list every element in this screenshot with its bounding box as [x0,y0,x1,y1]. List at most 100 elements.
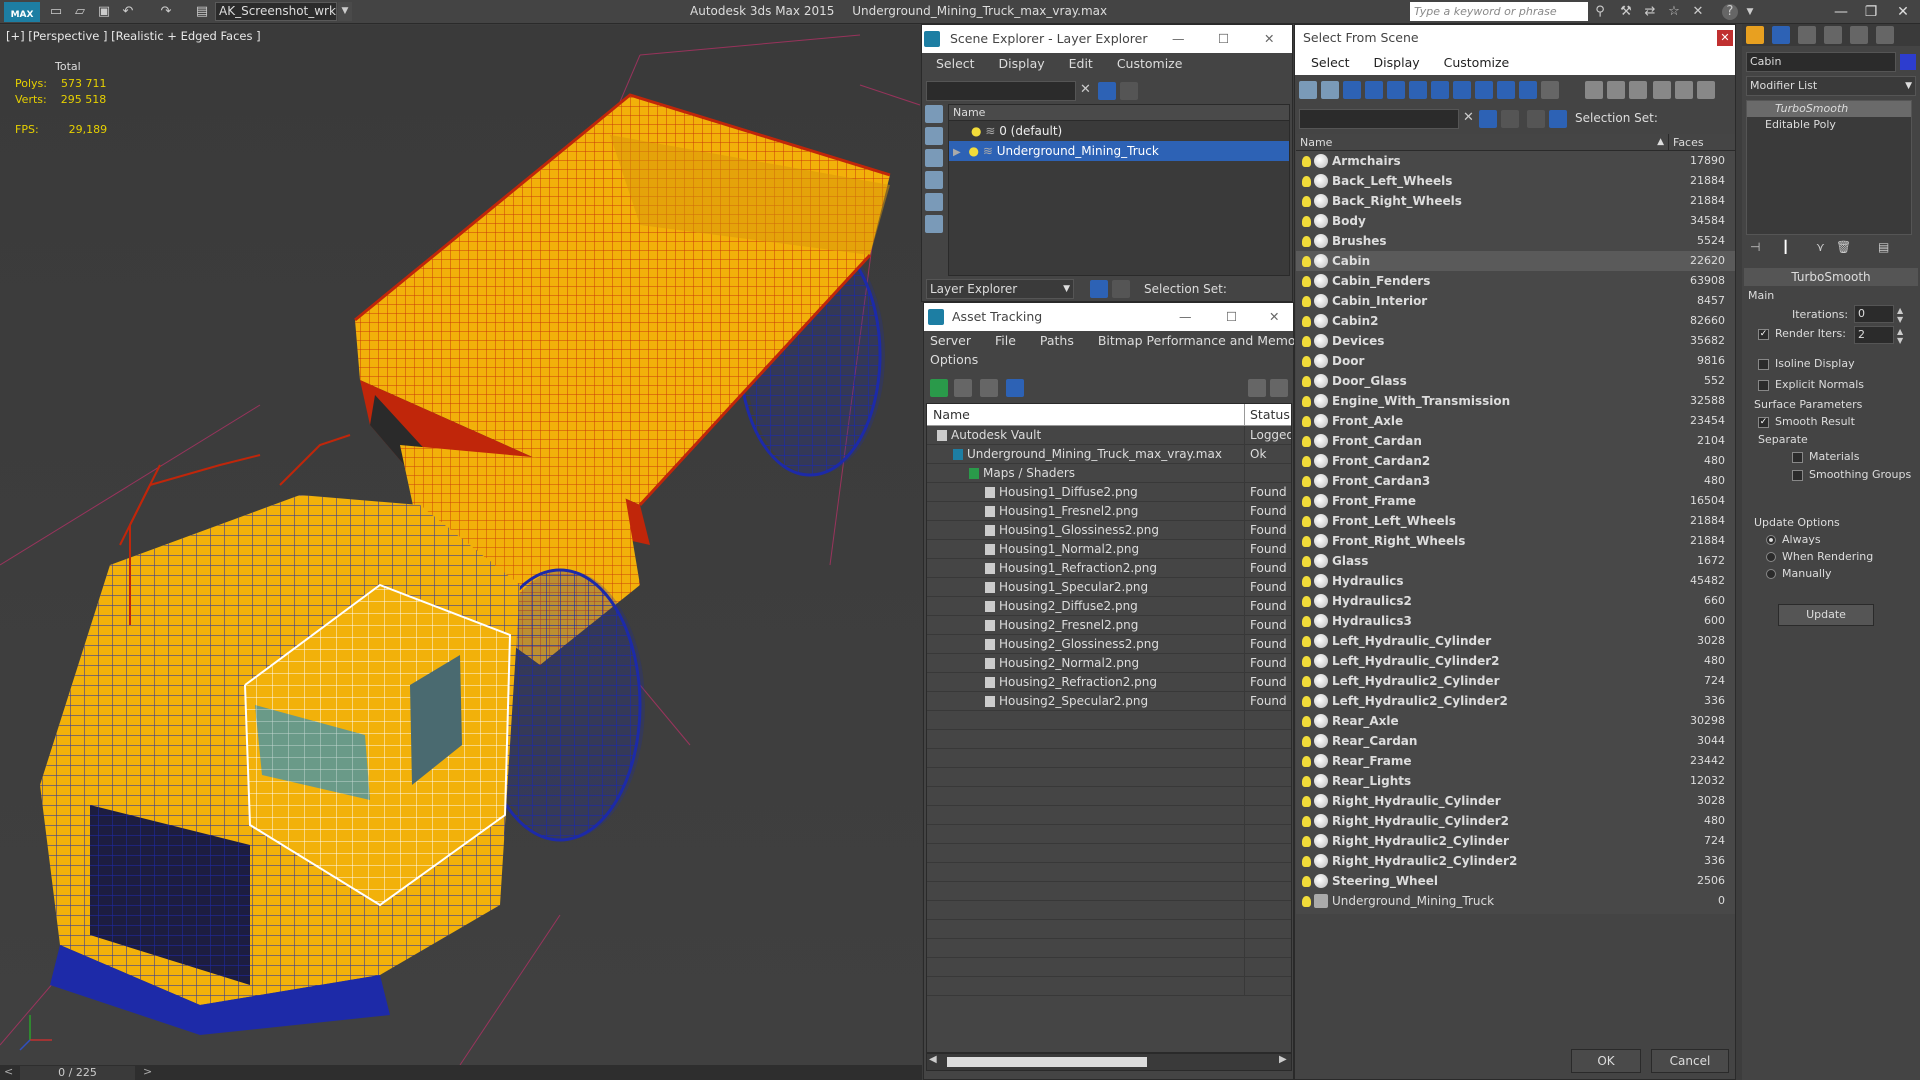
close-button[interactable]: ✕ [1269,303,1279,331]
asset-row[interactable]: Housing1_Diffuse2.png Found [927,483,1291,502]
lightbulb-icon[interactable] [1302,616,1311,627]
select-none-icon[interactable] [1607,81,1625,99]
lightbulb-icon[interactable] [1302,556,1311,567]
undo-icon[interactable]: ↶ [120,4,136,20]
lightbulb-icon[interactable] [1302,196,1311,207]
stack-item-editable-poly[interactable]: Editable Poly [1747,117,1911,133]
lightbulb-icon[interactable] [1302,516,1311,527]
lightbulb-icon[interactable] [1302,296,1311,307]
menu-edit[interactable]: Edit [1069,56,1093,71]
asset-row[interactable]: Housing2_Glossiness2.png Found [927,635,1291,654]
binoculars-icon[interactable]: ⚲ [1592,4,1608,20]
explorer-mode-dropdown[interactable]: Layer Explorer ▼ [926,279,1074,299]
display-geometry-icon[interactable] [1321,81,1339,99]
help-icon[interactable]: ? [1722,4,1738,20]
when-rendering-radio[interactable] [1766,552,1776,562]
app-logo[interactable]: MAX [4,2,40,22]
object-row[interactable]: Glass 1672 [1296,551,1735,571]
menu-server[interactable]: Server [930,333,971,348]
smoothing-groups-option[interactable]: Smoothing Groups [1792,468,1911,481]
sfs-search-input[interactable] [1299,109,1459,129]
lightbulb-icon[interactable] [1302,896,1311,907]
show-end-result-icon[interactable]: ┃ [1782,240,1789,254]
lightbulb-icon[interactable] [1302,736,1311,747]
display-spacewarps-icon[interactable] [1431,81,1449,99]
perspective-viewport[interactable]: [+] [Perspective ] [Realistic + Edged Fa… [0,25,922,1065]
select-all-icon[interactable] [1585,81,1603,99]
object-row[interactable]: Cabin 22620 [1296,251,1735,271]
layer-column-name[interactable]: Name [949,105,1289,121]
filter-toggle-icon[interactable] [1479,110,1497,128]
display-tab-icon[interactable] [1850,26,1868,44]
update-when-rendering-option[interactable]: When Rendering [1766,550,1873,563]
workspace-selector[interactable]: AK_Screenshot_wrksp [215,2,337,21]
lightbulb-icon[interactable] [1302,156,1311,167]
object-row[interactable]: Rear_Frame 23442 [1296,751,1735,771]
update-button[interactable]: Update [1778,604,1874,626]
menu-customize[interactable]: Customize [1117,56,1183,71]
minimize-button[interactable]: — [1172,25,1185,53]
display-all-icon[interactable] [1299,81,1317,99]
object-row[interactable]: Brushes 5524 [1296,231,1735,251]
layer-row-truck[interactable]: ▶ ● ≋ Underground_Mining_Truck [949,141,1289,161]
minimize-button[interactable]: — [1826,2,1856,22]
filter-icon[interactable] [1098,82,1116,100]
remove-modifier-icon[interactable]: 🗑 [1836,240,1851,254]
lightbulb-icon[interactable]: ● [969,144,979,158]
col-name[interactable]: Name [927,404,1245,425]
display-frozen-icon[interactable] [1541,81,1559,99]
lightbulb-icon[interactable] [1302,276,1311,287]
object-row[interactable]: Front_Frame 16504 [1296,491,1735,511]
object-row[interactable]: Hydraulics3 600 [1296,611,1735,631]
object-row[interactable]: Body 34584 [1296,211,1735,231]
menu-select[interactable]: Select [1311,55,1350,70]
object-name-field[interactable]: Cabin [1746,52,1896,72]
render-iters-spinner[interactable]: 2 [1854,326,1894,344]
layer-options-icon[interactable] [1120,82,1138,100]
new-file-icon[interactable]: ▭ [48,4,64,20]
object-row[interactable]: Right_Hydraulic2_Cylinder 724 [1296,831,1735,851]
horizontal-scrollbar[interactable]: ◀ ▶ [926,1053,1292,1071]
spinner-arrows-icon[interactable]: ▲ ▼ [1897,327,1903,345]
lightbulb-icon[interactable] [1302,676,1311,687]
cancel-button[interactable]: Cancel [1651,1049,1729,1073]
lightbulb-icon[interactable] [1302,536,1311,547]
menu-file[interactable]: File [995,333,1016,348]
scene-search-input[interactable] [926,81,1076,101]
explicit-normals-option[interactable]: Explicit Normals [1758,378,1864,391]
display-none-icon[interactable] [925,105,943,123]
display-shapes-icon[interactable] [1343,81,1361,99]
object-row[interactable]: Front_Left_Wheels 21884 [1296,511,1735,531]
lightbulb-icon[interactable] [1302,456,1311,467]
configure-sets-icon[interactable]: ▤ [1878,240,1889,254]
create-tab-icon[interactable] [1746,26,1764,44]
asset-row[interactable]: Housing2_Fresnel2.png Found [927,616,1291,635]
star-icon[interactable]: ☆ [1666,4,1682,20]
tools-icon[interactable]: ⚒ [1618,4,1634,20]
display-helpers-icon[interactable] [925,215,943,233]
scroll-right-icon[interactable]: ▶ [1279,1054,1287,1065]
layer-toggle-icon[interactable] [1501,110,1519,128]
lightbulb-icon[interactable] [1302,476,1311,487]
object-row[interactable]: Underground_Mining_Truck 0 [1296,891,1735,911]
maximize-button[interactable]: ☐ [1226,303,1237,331]
object-row[interactable]: Right_Hydraulic_Cylinder 3028 [1296,791,1735,811]
make-unique-icon[interactable]: ⋎ [1816,240,1825,254]
lightbulb-icon[interactable] [1302,716,1311,727]
layers-icon[interactable] [1527,110,1545,128]
motion-tab-icon[interactable] [1824,26,1842,44]
lightbulb-icon[interactable] [1302,576,1311,587]
object-row[interactable]: Door 9816 [1296,351,1735,371]
asset-row[interactable]: Autodesk Vault Logged [927,426,1291,445]
scroll-left-icon[interactable]: ◀ [929,1054,937,1065]
object-row[interactable]: Cabin_Fenders 63908 [1296,271,1735,291]
menu-display[interactable]: Display [999,56,1045,71]
lightbulb-icon[interactable] [1302,496,1311,507]
object-row[interactable]: Back_Left_Wheels 21884 [1296,171,1735,191]
lightbulb-icon[interactable] [1302,216,1311,227]
asset-row[interactable]: Housing2_Normal2.png Found [927,654,1291,673]
lightbulb-icon[interactable] [1302,656,1311,667]
object-row[interactable]: Front_Axle 23454 [1296,411,1735,431]
menu-options[interactable]: Options [930,352,978,367]
asset-row[interactable]: Housing1_Normal2.png Found [927,540,1291,559]
